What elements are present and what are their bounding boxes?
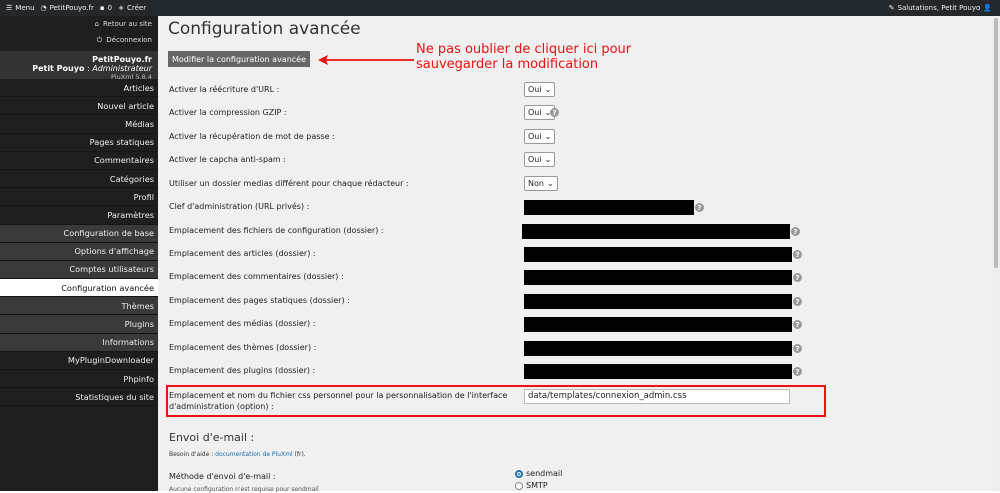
menu-toggle[interactable]: ☰ Menu — [6, 4, 35, 12]
user-info: Petit Pouyo : Administrateur — [32, 64, 152, 73]
help-icon[interactable]: ? — [793, 320, 802, 329]
chevron-down-icon: ⌄ — [544, 85, 552, 94]
create-link[interactable]: + Créer — [118, 4, 146, 12]
annotation-text: Ne pas oublier de cliquer ici pour sauveg… — [416, 42, 632, 72]
setting-select[interactable]: Oui ⌄ — [524, 129, 556, 144]
sidebar-item-m-dias[interactable]: Médias — [0, 115, 158, 134]
sidebar-item-profil[interactable]: Profil — [0, 188, 158, 207]
sidebar-item-comptes-utilisateurs[interactable]: Comptes utilisateurs — [0, 260, 158, 280]
redacted-input[interactable] — [524, 247, 792, 262]
radio-sendmail[interactable]: sendmail — [515, 469, 562, 478]
setting-label: Emplacement des commentaires (dossier) : — [169, 272, 344, 281]
setting-label: Emplacement des plugins (dossier) : — [169, 366, 316, 375]
sidebar-item-configuration-de-base[interactable]: Configuration de base — [0, 224, 158, 243]
site-link[interactable]: ◔ PetitPouyo.fr — [41, 4, 94, 12]
sidebar-item-articles[interactable]: Articles — [0, 79, 158, 98]
setting-label: Activer la récupération de mot de passe … — [169, 132, 335, 141]
sidebar-menu: Articles Nouvel article Médias Pages statiq… — [0, 79, 158, 407]
pluxml-logo-icon: ✎ — [888, 4, 895, 12]
setting-label: Activer le capcha anti-spam : — [169, 155, 286, 164]
redacted-input[interactable] — [524, 317, 792, 332]
setting-label: Emplacement des fichiers de configuratio… — [169, 226, 384, 235]
help-icon[interactable]: ? — [793, 250, 802, 259]
redacted-input[interactable] — [524, 270, 792, 285]
help-icon[interactable]: ? — [793, 273, 802, 282]
gauge-icon: ◔ — [40, 4, 47, 12]
scrollbar[interactable] — [992, 16, 1000, 491]
logout-icon: ⏻ — [96, 35, 103, 44]
select-value: Non — [528, 179, 544, 188]
setting-label: Emplacement des articles (dossier) : — [169, 249, 316, 258]
main-content: Configuration avancée Modifier la config… — [158, 16, 992, 493]
hamburger-icon: ☰ — [6, 4, 13, 12]
email-section-title: Envoi d'e-mail : — [169, 431, 255, 444]
user-icon: 👤 — [983, 4, 992, 12]
help-icon[interactable]: ? — [793, 367, 802, 376]
sidebar-item-commentaires[interactable]: Commentaires — [0, 152, 158, 170]
radio-smtp[interactable]: SMTP — [515, 481, 548, 490]
select-value: Oui — [528, 132, 542, 141]
setting-label: Emplacement des médias (dossier) : — [169, 319, 316, 328]
comments-link[interactable]: ▪ 0 — [100, 4, 112, 12]
sidebar-item-configuration-avanc-e[interactable]: Configuration avancée — [0, 279, 158, 298]
help-icon[interactable]: ? — [791, 227, 800, 236]
sidebar-item-options-d-affichage[interactable]: Options d'affichage — [0, 242, 158, 261]
save-advanced-config-button[interactable]: Modifier la configuration avancée — [168, 51, 311, 67]
user-greeting[interactable]: ✎ Salutations, Petit Pouyo 👤 — [889, 4, 992, 12]
redacted-input[interactable] — [524, 364, 792, 379]
comment-icon: ▪ — [99, 4, 105, 12]
site-name: PetitPouyo.fr — [92, 55, 152, 64]
email-help: Besoin d'aide : documentation de PluXml … — [169, 451, 306, 458]
setting-label: Activer la réécriture d'URL : — [169, 85, 280, 94]
page-title: Configuration avancée — [168, 19, 361, 39]
sidebar: ⌂ Retour au site ⏻ Déconnexion PetitPouyo.… — [0, 16, 158, 491]
setting-label: Emplacement des pages statiques (dossier… — [169, 296, 350, 305]
help-icon[interactable]: ? — [695, 203, 704, 212]
setting-select[interactable]: Oui ⌄ — [524, 82, 556, 97]
setting-label: Clef d'administration (URL privés) : — [169, 202, 310, 211]
chevron-down-icon: ⌄ — [544, 155, 552, 164]
radio-checked-icon — [515, 469, 523, 478]
help-icon[interactable]: ? — [793, 297, 802, 306]
back-to-site-link[interactable]: ⌂ Retour au site — [0, 16, 158, 32]
chevron-down-icon: ⌄ — [544, 132, 552, 141]
select-value: Oui — [528, 108, 542, 117]
home-icon: ⌂ — [94, 20, 99, 28]
redacted-input[interactable] — [524, 341, 792, 356]
sidebar-item-pages-statiques[interactable]: Pages statiques — [0, 134, 158, 152]
help-icon[interactable]: ? — [550, 108, 559, 117]
help-icon[interactable]: ? — [793, 344, 802, 353]
chevron-down-icon: ⌄ — [546, 179, 554, 188]
redacted-input[interactable] — [524, 200, 694, 215]
setting-select[interactable]: Non ⌄ — [524, 176, 558, 191]
sidebar-item-phpinfo[interactable]: Phpinfo — [0, 370, 158, 389]
sidebar-item-param-tres[interactable]: Paramètres — [0, 206, 158, 225]
setting-label: Activer la compression GZIP : — [169, 108, 287, 117]
plus-icon: + — [118, 4, 124, 12]
setting-label: Emplacement des thèmes (dossier) : — [169, 343, 317, 352]
pluxml-docs-link[interactable]: documentation de PluXml — [215, 451, 292, 458]
sidebar-item-th-mes[interactable]: Thèmes — [0, 297, 158, 316]
redacted-input[interactable] — [524, 294, 792, 309]
sidebar-item-informations[interactable]: Informations — [0, 333, 158, 352]
no-config-note: Aucune configuration n'est requise pour … — [169, 486, 319, 493]
css-file-input[interactable]: data/templates/connexion_admin.css — [524, 389, 790, 404]
arrow-annotation-icon — [318, 55, 414, 65]
radio-unchecked-icon — [515, 481, 523, 490]
email-method-label: Méthode d'envoi d'e-mail : — [169, 472, 276, 481]
sidebar-item-plugins[interactable]: Plugins — [0, 315, 158, 334]
select-value: Oui — [528, 85, 542, 94]
logout-link[interactable]: ⏻ Déconnexion — [0, 32, 158, 48]
sidebar-item-statistiques-du-site[interactable]: Statistiques du site — [0, 388, 158, 407]
scrollbar-thumb[interactable] — [994, 18, 998, 268]
sidebar-item-nouvel-article[interactable]: Nouvel article — [0, 97, 158, 116]
select-value: Oui — [528, 155, 542, 164]
user-profile: PetitPouyo.fr Petit Pouyo : Administrate… — [0, 51, 158, 81]
admin-top-bar: ☰ Menu ◔ PetitPouyo.fr ▪ 0 + Créer ✎ Salutati… — [0, 0, 1000, 16]
sidebar-item-cat-gories[interactable]: Catégories — [0, 170, 158, 189]
sidebar-item-myplugindownloader[interactable]: MyPluginDownloader — [0, 352, 158, 370]
redacted-input[interactable] — [522, 224, 790, 239]
setting-select[interactable]: Oui ⌄ — [524, 152, 556, 167]
setting-label: Utiliser un dossier medias différent pou… — [169, 179, 409, 188]
